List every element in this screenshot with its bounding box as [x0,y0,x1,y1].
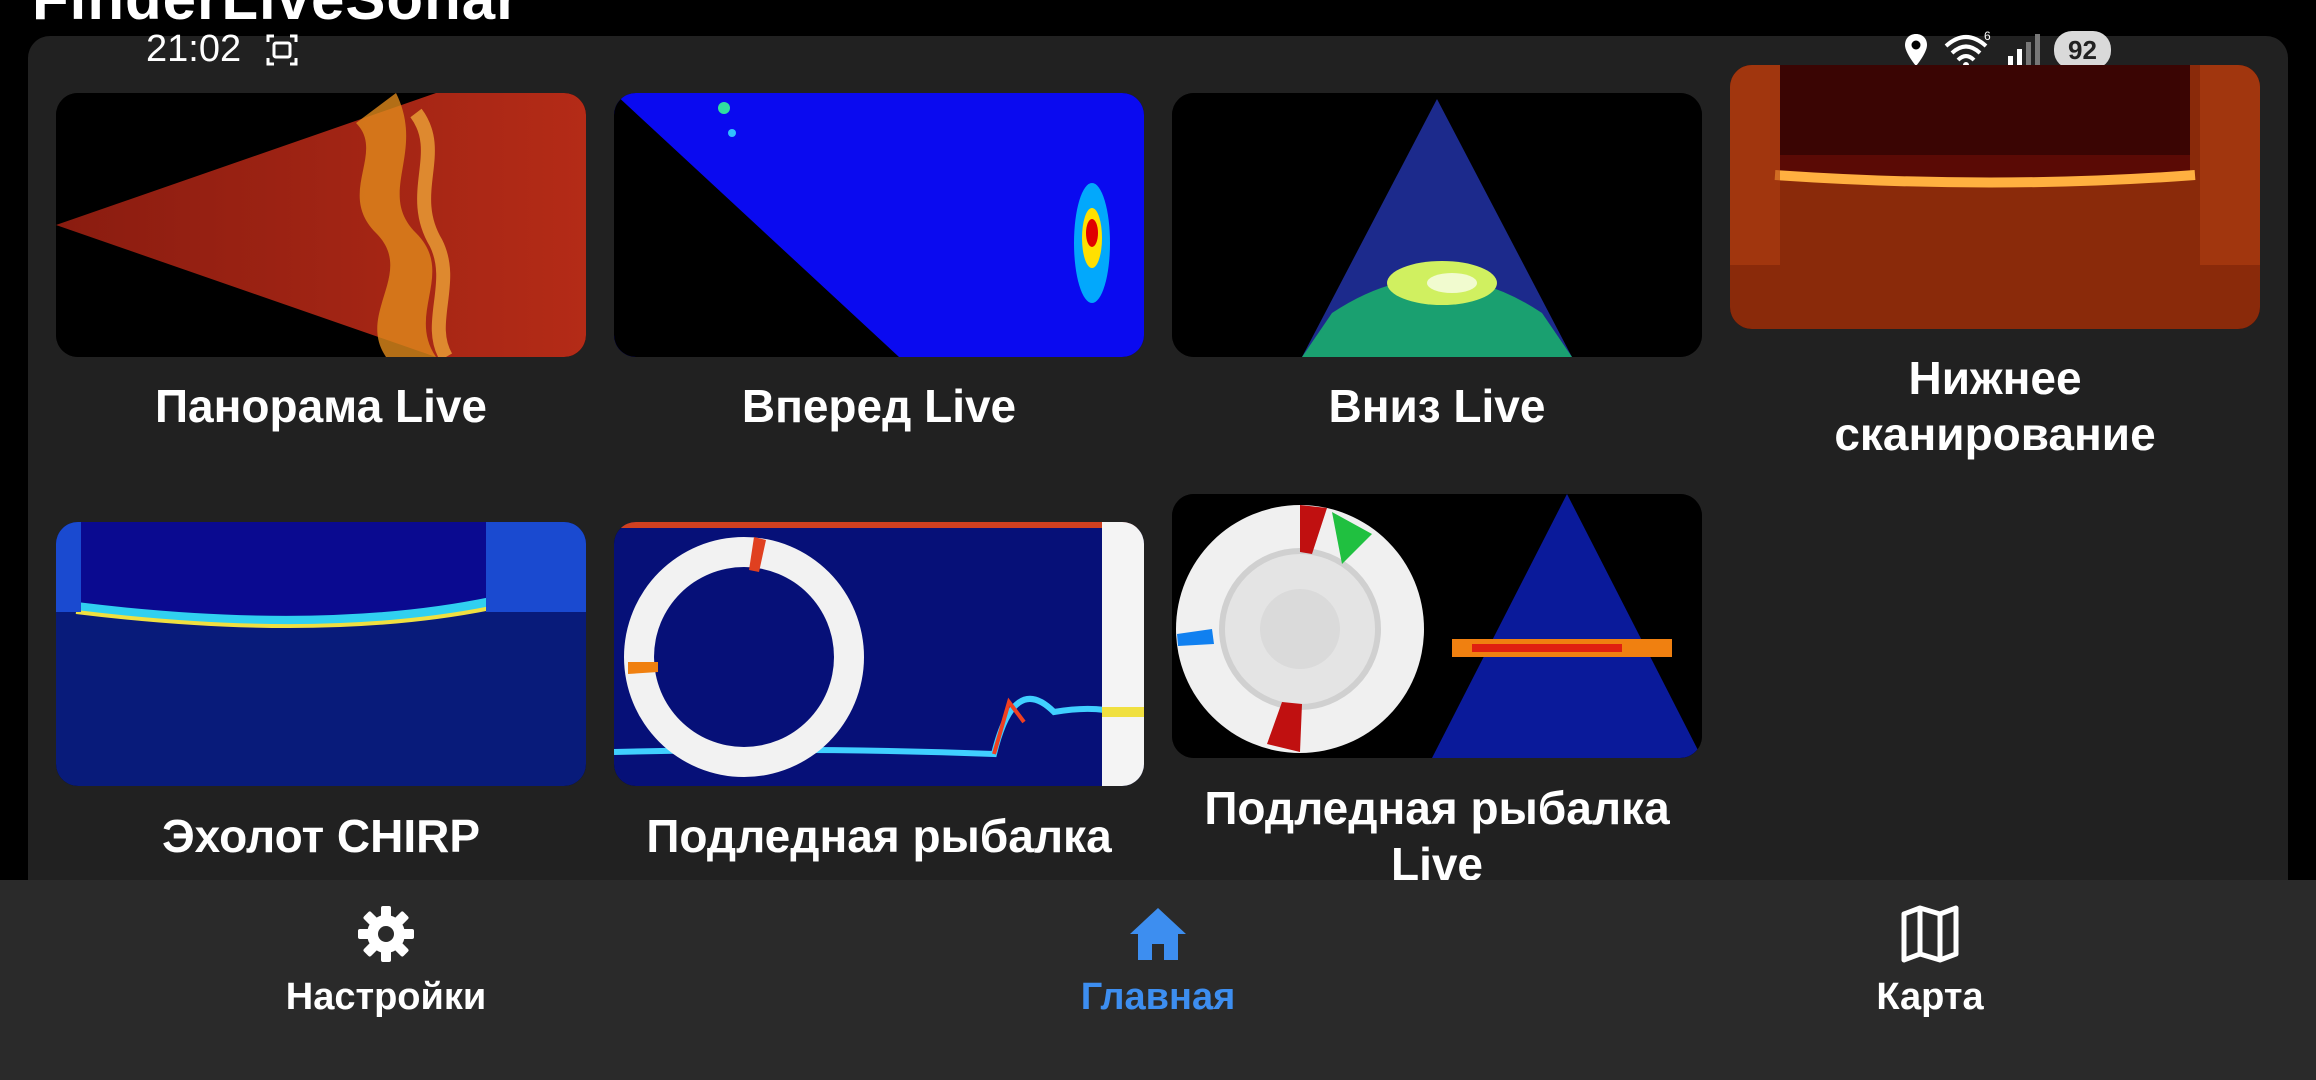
chirp-sonar-tile[interactable] [56,522,586,786]
bottom-scan-preview-image [1730,65,2260,329]
ice-fishing-preview-image [614,522,1144,786]
chirp-preview-image [56,522,586,786]
ice-fishing-label: Подледная рыбалка [646,810,1112,862]
panorama-live-tile[interactable] [56,93,586,357]
gear-icon [358,906,414,962]
ice-fishing-tile[interactable] [614,522,1144,786]
forward-live-tile[interactable] [614,93,1144,357]
signal-icon [2008,34,2040,66]
forward-preview-image [614,93,1144,357]
battery-indicator: 92 [2054,31,2111,69]
bottom-navigation: Настройки Главная Карта [0,880,2316,1080]
ice-fishing-live-preview-image [1172,494,1702,758]
ice-fishing-live-label-line1: Подледная рыбалка [1204,782,1670,834]
chirp-sonar-label: Эхолот CHIRP [161,810,481,862]
panorama-preview-image [56,93,586,357]
nav-settings-label: Настройки [285,976,487,1018]
panorama-live-label: Панорама Live [154,380,488,432]
home-icon [1130,908,1186,960]
nav-home-label: Главная [1080,976,1236,1018]
map-icon [1901,905,1959,963]
bottom-scan-label-line2: сканирование [1834,408,2156,460]
wifi-icon: 6 [1944,30,1991,68]
nav-map[interactable]: Карта [1730,880,2130,1080]
ice-fishing-live-label: Подледная рыбалка Live [1172,780,1702,892]
bottom-scan-label-line1: Нижнее [1908,352,2082,404]
svg-text:6: 6 [1984,30,1991,43]
nav-settings[interactable]: Настройки [186,880,586,1080]
bottom-scan-label: Нижнее сканирование [1730,350,2260,462]
nav-map-label: Карта [1876,976,1984,1018]
nav-home[interactable]: Главная [958,880,1358,1080]
ice-fishing-live-tile[interactable] [1172,494,1702,758]
screenshot-icon [266,34,298,66]
bottom-scan-tile[interactable] [1730,65,2260,329]
status-time: 21:02 [146,28,242,70]
forward-live-label: Вперед Live [741,380,1017,432]
down-preview-image [1172,93,1702,357]
location-icon [1905,34,1927,66]
down-live-label: Вниз Live [1328,380,1546,432]
down-live-tile[interactable] [1172,93,1702,357]
